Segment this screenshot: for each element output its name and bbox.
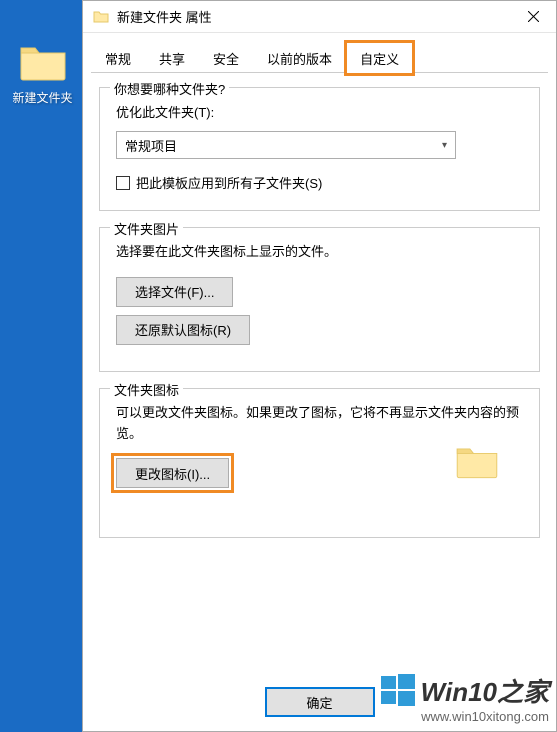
apply-subfolders-label: 把此模板应用到所有子文件夹(S) bbox=[136, 173, 322, 192]
tab-sharing[interactable]: 共享 bbox=[145, 42, 199, 74]
optimize-label: 优化此文件夹(T): bbox=[116, 102, 523, 121]
properties-dialog: 新建文件夹 属性 常规 共享 安全 以前的版本 自定义 你想要哪种文件夹? 优化… bbox=[82, 0, 557, 732]
group-folder-picture: 文件夹图片 选择要在此文件夹图标上显示的文件。 选择文件(F)... 还原默认图… bbox=[99, 227, 540, 372]
tab-customize[interactable]: 自定义 bbox=[346, 42, 413, 74]
folder-picture-desc: 选择要在此文件夹图标上显示的文件。 bbox=[116, 242, 523, 263]
change-icon-button[interactable]: 更改图标(I)... bbox=[116, 458, 229, 488]
dialog-title: 新建文件夹 属性 bbox=[117, 7, 510, 26]
group-folder-icon: 文件夹图标 可以更改文件夹图标。如果更改了图标，它将不再显示文件夹内容的预览。 … bbox=[99, 388, 540, 538]
tab-strip: 常规 共享 安全 以前的版本 自定义 bbox=[83, 33, 556, 73]
dialog-footer: 确定 bbox=[83, 675, 556, 731]
folder-icon-desc: 可以更改文件夹图标。如果更改了图标，它将不再显示文件夹内容的预览。 bbox=[116, 403, 523, 445]
close-icon bbox=[528, 11, 539, 22]
chevron-down-icon: ▾ bbox=[442, 140, 447, 151]
tab-security[interactable]: 安全 bbox=[199, 42, 253, 74]
folder-icon bbox=[19, 42, 67, 82]
group-folder-type-legend: 你想要哪种文件夹? bbox=[110, 79, 229, 98]
ok-button[interactable]: 确定 bbox=[265, 687, 375, 717]
group-folder-icon-legend: 文件夹图标 bbox=[110, 380, 183, 399]
desktop-folder-label: 新建文件夹 bbox=[10, 89, 75, 106]
tab-underline bbox=[91, 72, 548, 73]
group-folder-picture-legend: 文件夹图片 bbox=[110, 219, 183, 238]
choose-file-button[interactable]: 选择文件(F)... bbox=[116, 277, 233, 307]
titlebar: 新建文件夹 属性 bbox=[83, 1, 556, 33]
optimize-select-value: 常规项目 bbox=[125, 136, 177, 155]
folder-icon bbox=[455, 443, 499, 479]
desktop-folder[interactable]: 新建文件夹 bbox=[10, 42, 75, 106]
apply-subfolders-checkbox[interactable]: 把此模板应用到所有子文件夹(S) bbox=[116, 173, 523, 192]
tab-previous-versions[interactable]: 以前的版本 bbox=[253, 42, 346, 74]
restore-default-button[interactable]: 还原默认图标(R) bbox=[116, 315, 250, 345]
close-button[interactable] bbox=[510, 1, 556, 33]
group-folder-type: 你想要哪种文件夹? 优化此文件夹(T): 常规项目 ▾ 把此模板应用到所有子文件… bbox=[99, 87, 540, 211]
folder-icon-preview bbox=[455, 443, 499, 482]
optimize-select[interactable]: 常规项目 ▾ bbox=[116, 131, 456, 159]
dialog-content: 你想要哪种文件夹? 优化此文件夹(T): 常规项目 ▾ 把此模板应用到所有子文件… bbox=[83, 73, 556, 675]
tab-general[interactable]: 常规 bbox=[91, 42, 145, 74]
folder-icon bbox=[93, 9, 109, 25]
checkbox-box bbox=[116, 176, 130, 190]
